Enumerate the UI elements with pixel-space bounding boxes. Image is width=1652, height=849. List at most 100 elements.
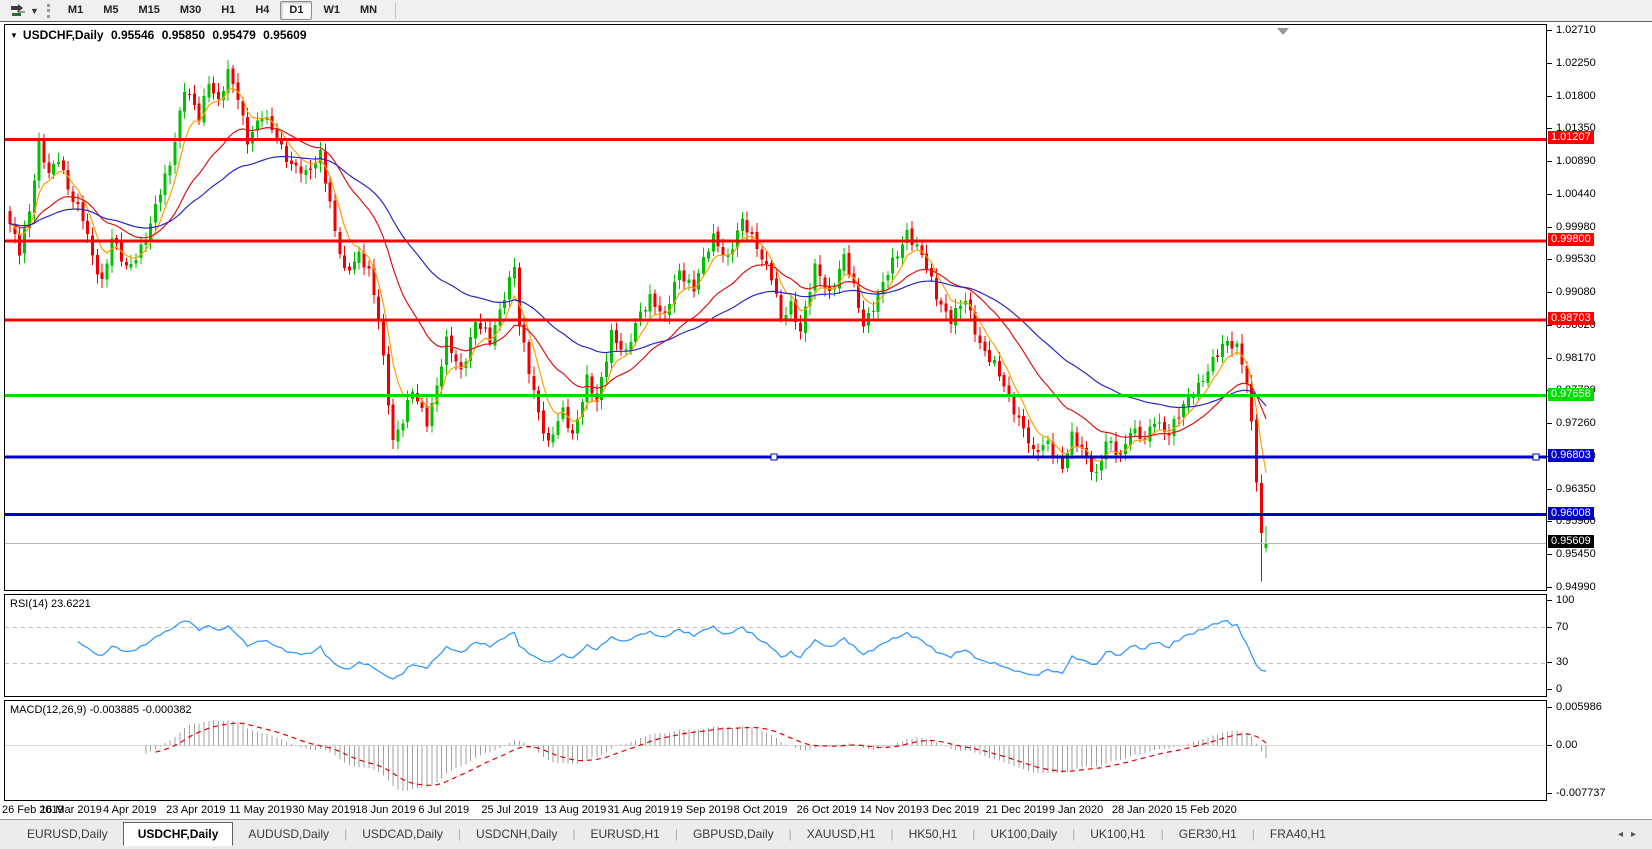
- price-tick-mark: [1547, 259, 1552, 260]
- price-tick-label: 1.02710: [1556, 24, 1596, 36]
- timeframes-tool-icon[interactable]: [6, 2, 30, 20]
- price-tick-label: 0.95450: [1556, 548, 1596, 560]
- price-tick-mark: [1547, 30, 1552, 31]
- ohlc-open: 0.95546: [111, 28, 154, 42]
- price-tick-label: 0.98170: [1556, 352, 1596, 364]
- rsi-tick-label: 100: [1556, 594, 1574, 606]
- price-tick-mark: [1547, 292, 1552, 293]
- price-tick-mark: [1547, 128, 1552, 129]
- macd-tick-mark: [1547, 745, 1552, 746]
- price-tick-mark: [1547, 358, 1552, 359]
- chart-symbol: USDCHF,Daily: [23, 28, 104, 42]
- price-tick-label: 0.97260: [1556, 417, 1596, 429]
- chart-tab-bar: EURUSD,DailyUSDCHF,DailyAUDUSD,Daily|USD…: [0, 819, 1652, 849]
- hline-price-tag: 0.99800: [1548, 233, 1594, 246]
- chart-tab-USDCHF-Daily[interactable]: USDCHF,Daily: [123, 822, 234, 846]
- toolbar-separator: [395, 3, 396, 19]
- macd-tick-mark: [1547, 707, 1552, 708]
- current-price-tag: 0.95609: [1548, 535, 1594, 548]
- price-tick-mark: [1547, 161, 1552, 162]
- date-tick-label: 13 Aug 2019: [544, 804, 606, 816]
- ma-medium: [10, 128, 1266, 438]
- chart-title: ▼USDCHF,Daily 0.95546 0.95850 0.95479 0.…: [10, 28, 311, 42]
- date-tick-label: 30 May 2019: [292, 804, 356, 816]
- price-tick-label: 0.99530: [1556, 253, 1596, 265]
- macd-name: MACD(12,26,9): [10, 704, 86, 716]
- price-tick-label: 0.99080: [1556, 286, 1596, 298]
- date-tick-label: 4 Apr 2019: [103, 804, 156, 816]
- price-tick-mark: [1547, 554, 1552, 555]
- price-tick-label: 0.94990: [1556, 581, 1596, 593]
- rsi-tick-label: 0: [1556, 683, 1562, 695]
- ohlc-close: 0.95609: [263, 28, 306, 42]
- date-tick-label: 25 Jul 2019: [481, 804, 538, 816]
- chart-tab-AUDUSD-Daily[interactable]: AUDUSD,Daily: [233, 823, 344, 845]
- timeframe-button-MN[interactable]: MN: [351, 1, 386, 20]
- price-chart-canvas[interactable]: [5, 25, 1546, 590]
- horizontal-lines[interactable]: [5, 138, 1546, 516]
- price-tick-mark: [1547, 489, 1552, 490]
- chart-tab-UK100-H1[interactable]: UK100,H1: [1075, 823, 1160, 845]
- timeframe-button-M15[interactable]: M15: [129, 1, 168, 20]
- toolbar-grip-handle[interactable]: [47, 4, 50, 18]
- timeframe-button-M1[interactable]: M1: [59, 1, 92, 20]
- price-tick-mark: [1547, 96, 1552, 97]
- chart-tab-UK100-Daily[interactable]: UK100,Daily: [975, 823, 1072, 845]
- chart-tab-HK50-H1[interactable]: HK50,H1: [894, 823, 973, 845]
- chart-tabs: EURUSD,DailyUSDCHF,DailyAUDUSD,Daily|USD…: [12, 822, 1341, 846]
- date-tick-label: 9 Jan 2020: [1049, 804, 1103, 816]
- chart-tab-FRA40-H1[interactable]: FRA40,H1: [1255, 823, 1341, 845]
- chart-tab-USDCNH-Daily[interactable]: USDCNH,Daily: [461, 823, 572, 845]
- date-axis[interactable]: 26 Feb 201916 Mar 20194 Apr 201923 Apr 2…: [0, 802, 1652, 818]
- timeframe-toolbar: ▼ M1M5M15M30H1H4D1W1MN: [0, 0, 1652, 22]
- timeframes-dropdown-caret-icon[interactable]: ▼: [30, 6, 39, 16]
- chart-tab-GBPUSD-Daily[interactable]: GBPUSD,Daily: [678, 823, 789, 845]
- price-axis-column[interactable]: 1.027101.022501.018001.013501.008901.004…: [1547, 0, 1652, 849]
- rsi-value: 23.6221: [51, 598, 91, 610]
- rsi-tick-mark: [1547, 600, 1552, 601]
- timeframe-button-M5[interactable]: M5: [94, 1, 127, 20]
- rsi-name: RSI(14): [10, 598, 48, 610]
- ohlc-low: 0.95479: [212, 28, 255, 42]
- macd-signal-line: [156, 723, 1267, 785]
- date-tick-label: 23 Apr 2019: [166, 804, 225, 816]
- macd-tick-label: 0.00: [1556, 739, 1577, 751]
- timeframe-button-H1[interactable]: H1: [212, 1, 244, 20]
- macd-tick-mark: [1547, 793, 1552, 794]
- chart-tab-EURUSD-H1[interactable]: EURUSD,H1: [575, 823, 674, 845]
- hline-price-tag: 0.97658: [1548, 388, 1594, 401]
- date-tick-label: 11 May 2019: [229, 804, 292, 816]
- price-tick-label: 1.00890: [1556, 155, 1596, 167]
- macd-label: MACD(12,26,9) -0.003885 -0.000382: [10, 704, 192, 716]
- date-tick-label: 8 Oct 2019: [734, 804, 788, 816]
- rsi-tick-mark: [1547, 627, 1552, 628]
- timeframe-button-D1[interactable]: D1: [280, 1, 312, 20]
- rsi-canvas[interactable]: [5, 595, 1546, 696]
- macd-canvas[interactable]: [5, 701, 1546, 800]
- hline-price-tag: 1.01207: [1548, 131, 1594, 144]
- date-tick-label: 26 Oct 2019: [797, 804, 857, 816]
- hline-price-tag: 0.98703: [1548, 312, 1594, 325]
- price-tick-mark: [1547, 587, 1552, 588]
- timeframe-button-M30[interactable]: M30: [171, 1, 210, 20]
- ma-fast: [10, 88, 1266, 473]
- chart-tab-USDCAD-Daily[interactable]: USDCAD,Daily: [347, 823, 458, 845]
- price-tick-mark: [1547, 63, 1552, 64]
- rsi-indicator-pane[interactable]: RSI(14) 23.6221: [4, 594, 1547, 697]
- price-chart-pane[interactable]: ▼USDCHF,Daily 0.95546 0.95850 0.95479 0.…: [4, 24, 1547, 591]
- chart-shift-marker-icon: [1277, 28, 1289, 35]
- chart-tab-GER30-H1[interactable]: GER30,H1: [1164, 823, 1252, 845]
- price-tick-mark: [1547, 194, 1552, 195]
- timeframe-button-W1[interactable]: W1: [314, 1, 349, 20]
- chart-collapse-icon[interactable]: ▼: [10, 31, 18, 40]
- macd-main-value: -0.003885: [89, 704, 139, 716]
- price-tick-mark: [1547, 227, 1552, 228]
- rsi-tick-mark: [1547, 689, 1552, 690]
- rsi-line: [78, 621, 1266, 679]
- timeframe-button-H4[interactable]: H4: [246, 1, 278, 20]
- rsi-tick-mark: [1547, 662, 1552, 663]
- chart-tab-XAUUSD-H1[interactable]: XAUUSD,H1: [792, 823, 891, 845]
- chart-tab-EURUSD-Daily[interactable]: EURUSD,Daily: [12, 823, 123, 845]
- macd-histogram: [146, 720, 1266, 791]
- macd-indicator-pane[interactable]: MACD(12,26,9) -0.003885 -0.000382: [4, 700, 1547, 801]
